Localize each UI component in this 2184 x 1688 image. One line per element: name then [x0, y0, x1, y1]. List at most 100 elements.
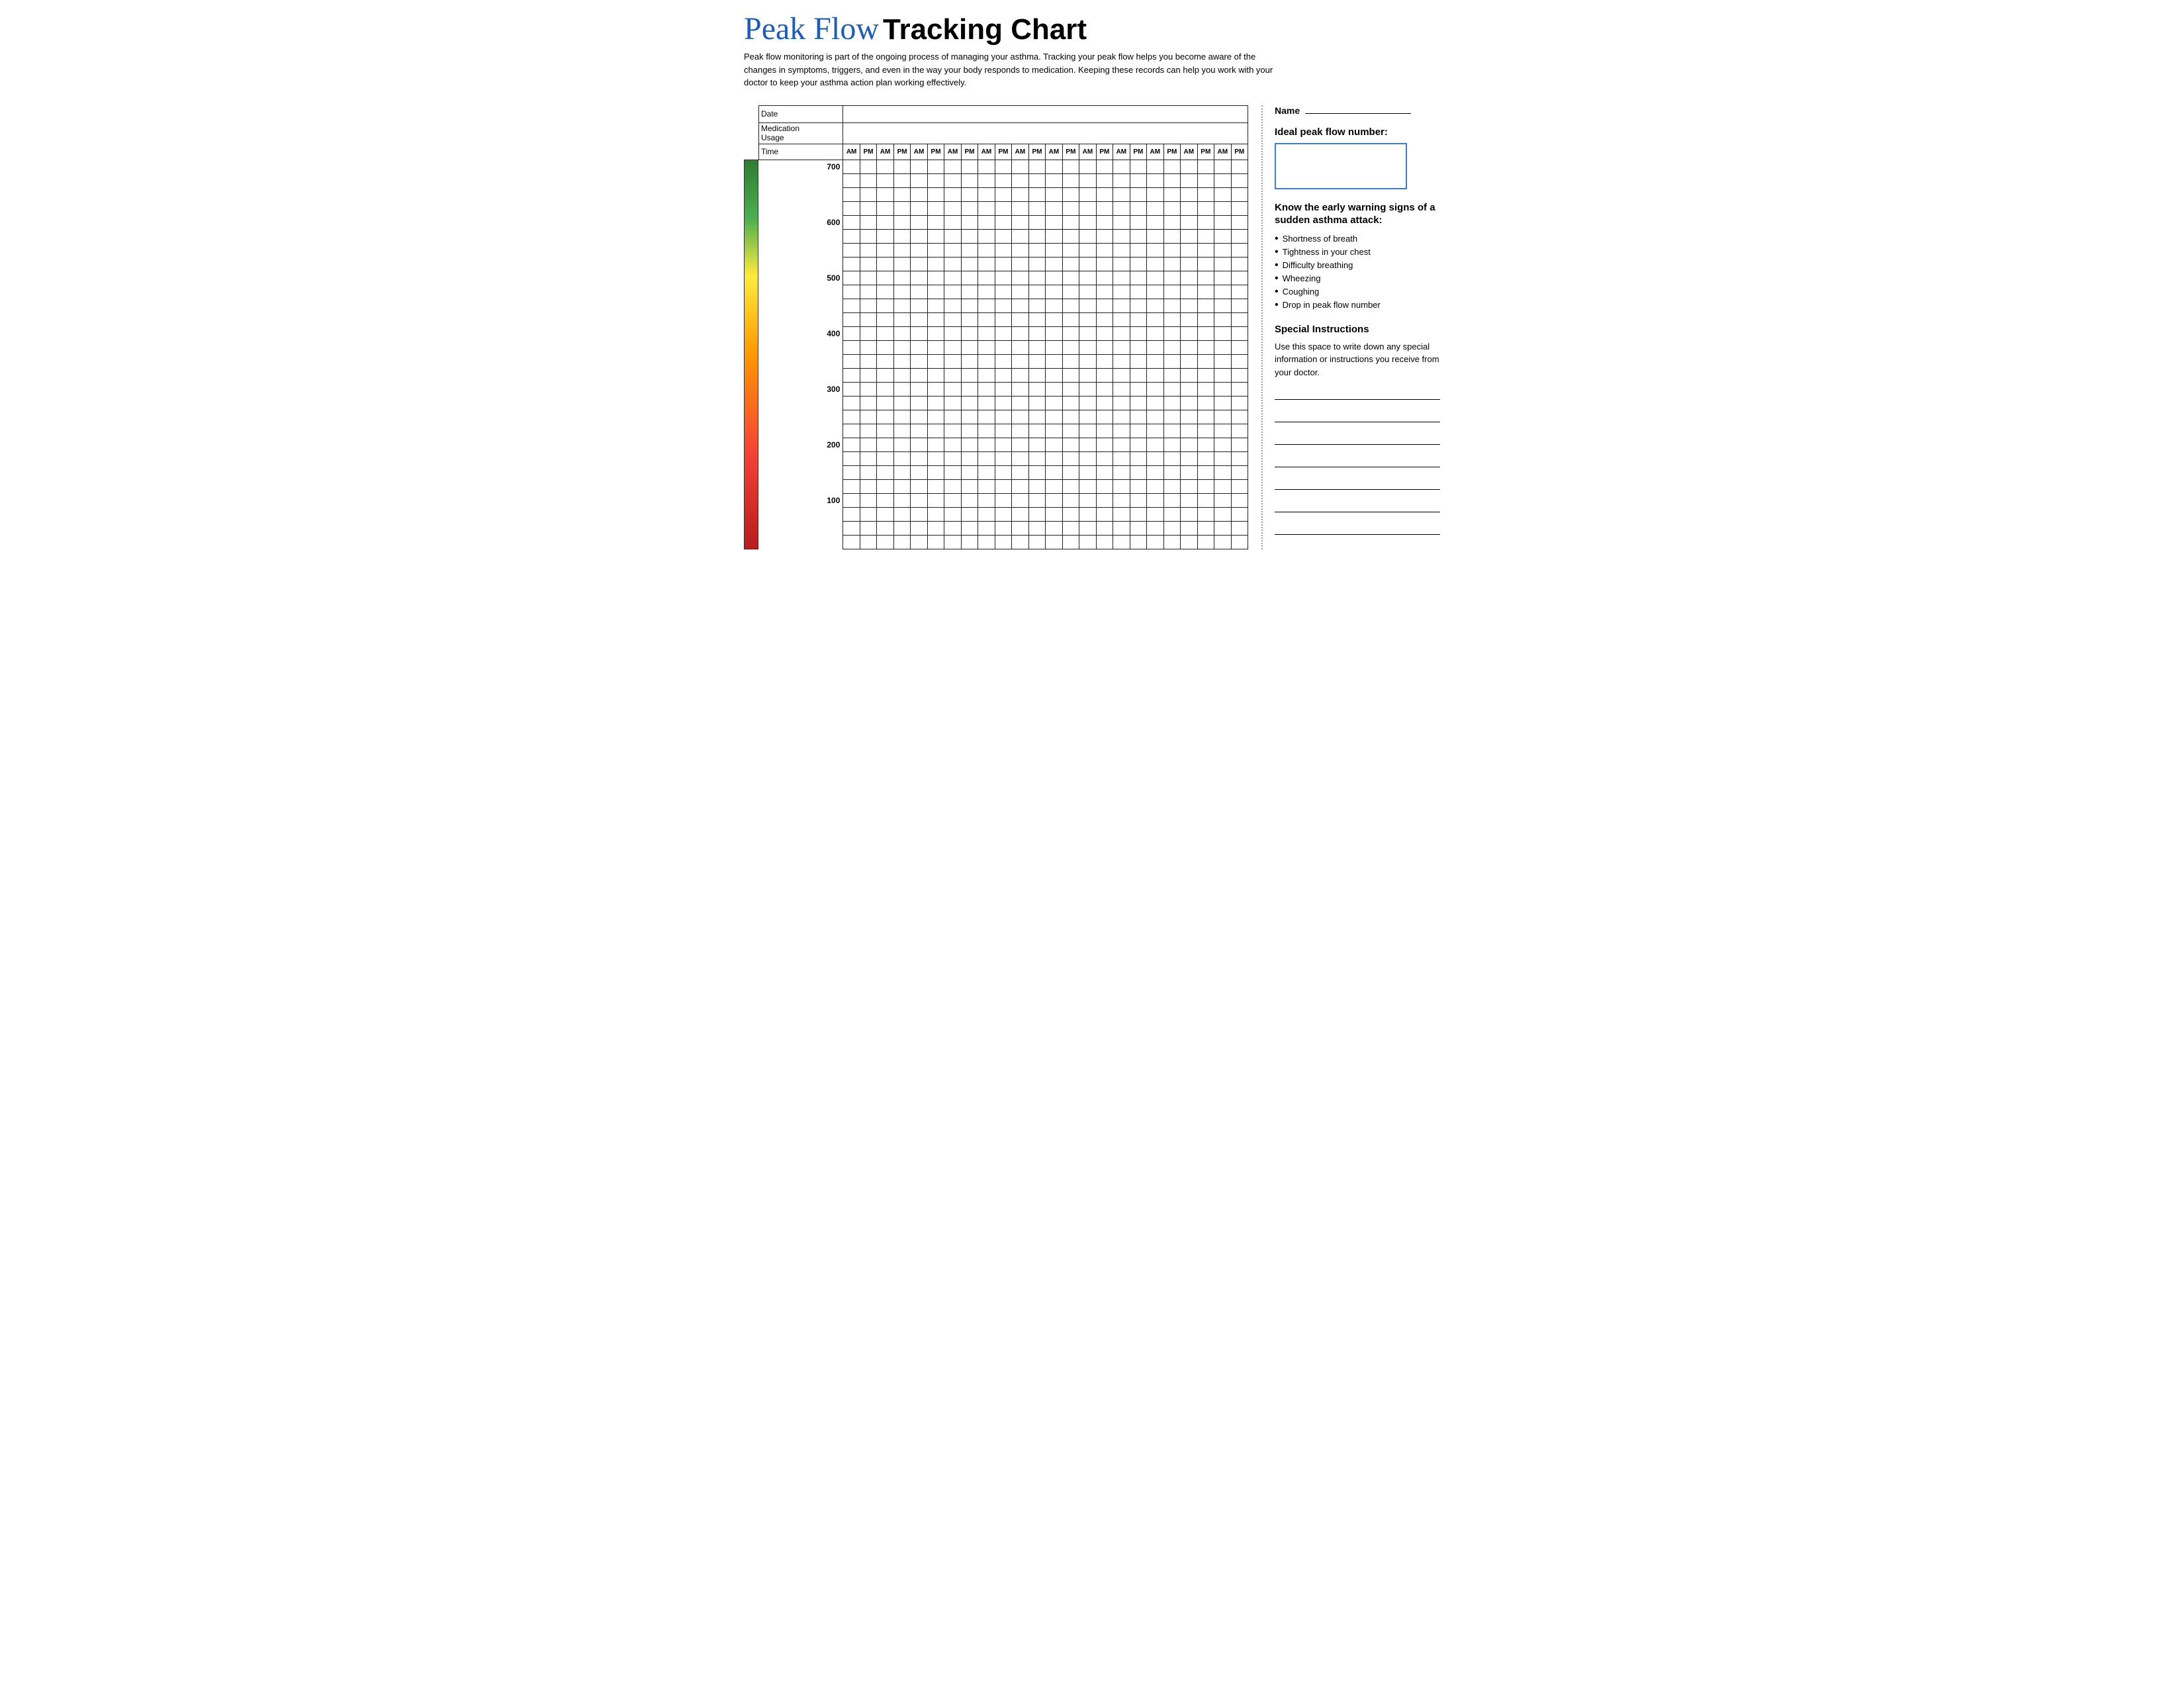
table-row: 700: [759, 160, 1248, 173]
table-row: 500: [759, 271, 1248, 285]
time-pm-2: PM: [893, 144, 910, 160]
warning-item-5: Coughing: [1283, 287, 1320, 297]
list-item: • Coughing: [1275, 285, 1440, 299]
list-item: • Tightness in your chest: [1275, 246, 1440, 259]
table-row: [759, 507, 1248, 521]
header: Peak Flow Tracking Chart Peak flow monit…: [744, 13, 1440, 89]
row-label-300: 300: [759, 382, 843, 396]
list-item: • Shortness of breath: [1275, 232, 1440, 246]
color-bar: [744, 160, 758, 549]
grid-outer: Date MedicationUsage Time AM PM: [758, 105, 1248, 549]
time-am-11: AM: [1181, 144, 1197, 160]
time-am-2: AM: [877, 144, 893, 160]
table-row: [759, 243, 1248, 257]
table-row: [759, 424, 1248, 438]
special-instructions-desc: Use this space to write down any special…: [1275, 340, 1440, 379]
table-row: [759, 535, 1248, 549]
chart-area: Date MedicationUsage Time AM PM: [744, 105, 1248, 549]
table-row: [759, 479, 1248, 493]
table-row: 400: [759, 326, 1248, 340]
description: Peak flow monitoring is part of the ongo…: [744, 50, 1287, 89]
bullet-icon: •: [1275, 287, 1279, 297]
medication-row: MedicationUsage: [759, 122, 1248, 144]
table-row: 100: [759, 493, 1248, 507]
time-am-1: AM: [843, 144, 860, 160]
table-row: [759, 312, 1248, 326]
time-pm-4: PM: [961, 144, 978, 160]
time-am-6: AM: [1012, 144, 1028, 160]
bullet-icon: •: [1275, 260, 1279, 271]
table-row: [759, 340, 1248, 354]
name-line[interactable]: [1305, 113, 1411, 114]
table-row: [759, 368, 1248, 382]
sidebar: Name Ideal peak flow number: Know the ea…: [1261, 105, 1440, 549]
time-am-7: AM: [1046, 144, 1062, 160]
list-item: • Difficulty breathing: [1275, 259, 1440, 272]
bullet-icon: •: [1275, 273, 1279, 284]
warning-item-3: Difficulty breathing: [1283, 260, 1353, 270]
write-line-5[interactable]: [1275, 478, 1440, 490]
medication-label: MedicationUsage: [759, 122, 843, 144]
table-row: [759, 201, 1248, 215]
ideal-peak-box[interactable]: [1275, 143, 1407, 189]
time-pm-11: PM: [1197, 144, 1214, 160]
time-label: Time: [759, 144, 843, 160]
bullet-icon: •: [1275, 300, 1279, 310]
time-am-8: AM: [1079, 144, 1096, 160]
bullet-icon: •: [1275, 247, 1279, 258]
title-script: Peak Flow: [744, 13, 879, 45]
title-row: Peak Flow Tracking Chart: [744, 13, 1440, 45]
list-item: • Wheezing: [1275, 272, 1440, 285]
table-row: [759, 465, 1248, 479]
write-line-7[interactable]: [1275, 523, 1440, 535]
time-am-4: AM: [944, 144, 961, 160]
table-row: [759, 257, 1248, 271]
time-am-12: AM: [1214, 144, 1231, 160]
write-line-6[interactable]: [1275, 500, 1440, 512]
row-label-200: 200: [759, 438, 843, 451]
table-row: 600: [759, 215, 1248, 229]
warning-list: • Shortness of breath • Tightness in you…: [1275, 232, 1440, 312]
table-row: 300: [759, 382, 1248, 396]
table-row: [759, 173, 1248, 187]
table-row: [759, 396, 1248, 410]
ideal-peak-section: Ideal peak flow number:: [1275, 126, 1440, 189]
time-pm-9: PM: [1130, 144, 1146, 160]
table-row: [759, 299, 1248, 312]
table-row: [759, 354, 1248, 368]
time-pm-10: PM: [1163, 144, 1180, 160]
time-pm-3: PM: [927, 144, 944, 160]
row-label-500: 500: [759, 271, 843, 285]
date-row: Date: [759, 105, 1248, 122]
time-am-10: AM: [1147, 144, 1163, 160]
time-pm-1: PM: [860, 144, 876, 160]
ideal-peak-label: Ideal peak flow number:: [1275, 126, 1440, 138]
time-am-3: AM: [911, 144, 927, 160]
chart-table: Date MedicationUsage Time AM PM: [758, 105, 1248, 549]
time-pm-7: PM: [1062, 144, 1079, 160]
table-row: 200: [759, 438, 1248, 451]
date-cell[interactable]: [843, 105, 1248, 122]
write-line-4[interactable]: [1275, 455, 1440, 467]
page-wrapper: Peak Flow Tracking Chart Peak flow monit…: [744, 13, 1440, 549]
write-line-1[interactable]: [1275, 388, 1440, 400]
time-pm-12: PM: [1231, 144, 1248, 160]
row-label-100: 100: [759, 493, 843, 507]
medication-cell[interactable]: [843, 122, 1248, 144]
row-label-700: 700: [759, 160, 843, 173]
color-bar-wrapper: [744, 105, 758, 549]
write-line-2[interactable]: [1275, 410, 1440, 422]
table-row: [759, 187, 1248, 201]
chart-container: Date MedicationUsage Time AM PM: [744, 105, 1248, 549]
time-pm-8: PM: [1096, 144, 1113, 160]
warning-signs-section: Know the early warning signs of a sudden…: [1275, 201, 1440, 312]
time-am-5: AM: [978, 144, 995, 160]
table-row: [759, 451, 1248, 465]
row-label-400: 400: [759, 326, 843, 340]
bullet-icon: •: [1275, 234, 1279, 244]
list-item: • Drop in peak flow number: [1275, 299, 1440, 312]
row-label-600: 600: [759, 215, 843, 229]
write-line-3[interactable]: [1275, 433, 1440, 445]
special-instructions-title: Special Instructions: [1275, 324, 1440, 335]
table-row: [759, 285, 1248, 299]
